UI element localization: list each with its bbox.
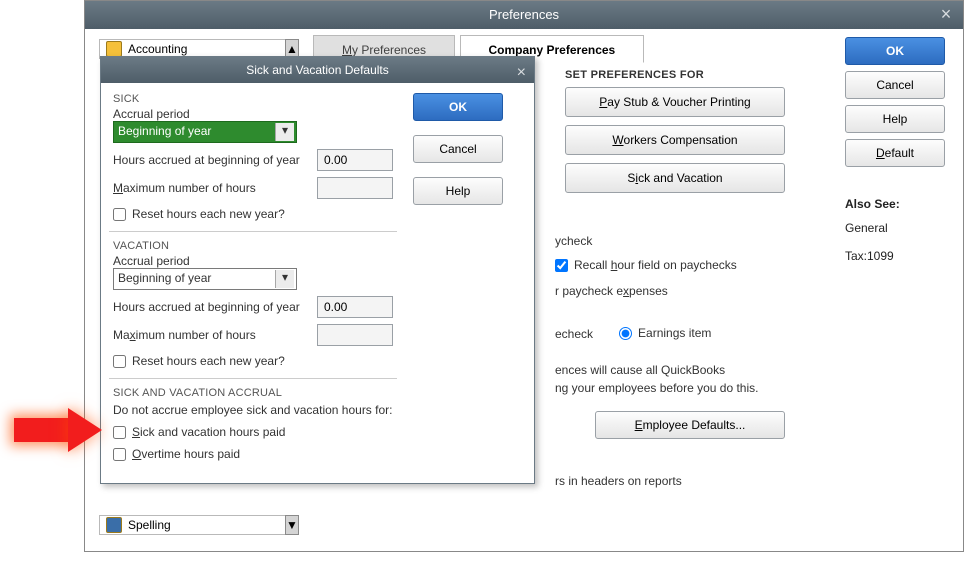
sv-ok-button[interactable]: OK <box>413 93 503 121</box>
sick-hours-accrued-input[interactable] <box>317 149 393 171</box>
paystub-button[interactable]: Pay Stub & Voucher Printing <box>565 87 785 117</box>
accrual-overtime-paid-checkbox[interactable] <box>113 448 126 461</box>
vac-accrual-period-label: Accrual period <box>113 254 393 268</box>
sv-cancel-button[interactable]: Cancel <box>413 135 503 163</box>
sick-max-hours-input[interactable] <box>317 177 393 199</box>
combo-value: Beginning of year <box>118 124 211 138</box>
sv-titlebar: Sick and Vacation Defaults × <box>101 57 534 83</box>
scroll-down-icon[interactable]: ▼ <box>285 515 299 535</box>
sidebar-item-spelling[interactable]: Spelling ▼ <box>99 515 299 535</box>
employee-defaults-button[interactable]: Employee Defaults... <box>595 411 785 439</box>
accrual-period-label: Accrual period <box>113 107 393 121</box>
preferences-title: Preferences <box>489 7 559 22</box>
abc-icon <box>106 517 122 533</box>
set-preferences-for: SET PREFERENCES FOR Pay Stub & Voucher P… <box>565 69 905 201</box>
ok-button[interactable]: OK <box>845 37 945 65</box>
partial-text: r paycheck expenses <box>555 279 895 303</box>
sick-header: SICK <box>113 93 393 105</box>
earnings-item-radio[interactable] <box>619 327 632 340</box>
folder-icon <box>106 41 122 57</box>
partial-text: echeck <box>555 322 593 346</box>
accrual-sickvac-paid-label: Sick and vacation hours paid <box>132 425 285 439</box>
preferences-titlebar: Preferences × <box>85 1 963 29</box>
sick-max-hours-label: Maximum number of hours <box>113 181 309 195</box>
combo-value: Beginning of year <box>118 271 211 285</box>
set-prefs-label: SET PREFERENCES FOR <box>565 69 905 81</box>
accrual-sickvac-paid-checkbox[interactable] <box>113 426 126 439</box>
close-icon[interactable]: × <box>517 60 526 86</box>
recall-hour-checkbox[interactable] <box>555 259 568 272</box>
warn-text: ng your employees before you do this. <box>555 379 895 397</box>
sick-reset-label: Reset hours each new year? <box>132 207 285 221</box>
workers-comp-button[interactable]: Workers Compensation <box>565 125 785 155</box>
vac-hours-accrued-input[interactable] <box>317 296 393 318</box>
accrual-overtime-paid-label: Overtime hours paid <box>132 447 240 461</box>
sick-reset-checkbox[interactable] <box>113 208 126 221</box>
accrual-lead: Do not accrue employee sick and vacation… <box>113 403 393 417</box>
company-preferences-content: ycheck Recall hour field on paychecks r … <box>555 229 895 493</box>
recall-hour-label: Recall hour field on paychecks <box>574 253 737 277</box>
sidebar-item-label: Spelling <box>128 518 171 532</box>
callout-arrow-icon <box>14 408 110 452</box>
vac-max-hours-input[interactable] <box>317 324 393 346</box>
close-icon[interactable]: × <box>937 5 955 23</box>
sick-hours-accrued-label: Hours accrued at beginning of year <box>113 153 309 167</box>
earnings-item-label: Earnings item <box>638 321 711 345</box>
vac-hours-accrued-label: Hours accrued at beginning of year <box>113 300 309 314</box>
vac-reset-label: Reset hours each new year? <box>132 354 285 368</box>
sick-accrual-period-combo[interactable]: Beginning of year <box>113 121 297 143</box>
accrual-header: SICK AND VACATION ACCRUAL <box>113 387 393 399</box>
vac-max-hours-label: Maximum number of hours <box>113 328 309 342</box>
sick-vacation-dialog: Sick and Vacation Defaults × SICK Accrua… <box>100 56 535 484</box>
vac-accrual-period-combo[interactable]: Beginning of year <box>113 268 297 290</box>
vacation-header: VACATION <box>113 240 393 252</box>
sv-help-button[interactable]: Help <box>413 177 503 205</box>
preferences-sidebar-bottom: Spelling ▼ <box>99 515 299 535</box>
sv-title: Sick and Vacation Defaults <box>246 63 389 77</box>
sidebar-item-label: Accounting <box>128 42 187 56</box>
sick-vacation-button[interactable]: Sick and Vacation <box>565 163 785 193</box>
vac-reset-checkbox[interactable] <box>113 355 126 368</box>
partial-text: ycheck <box>555 229 895 253</box>
partial-text: rs in headers on reports <box>555 469 895 493</box>
warn-text: ences will cause all QuickBooks <box>555 361 895 379</box>
